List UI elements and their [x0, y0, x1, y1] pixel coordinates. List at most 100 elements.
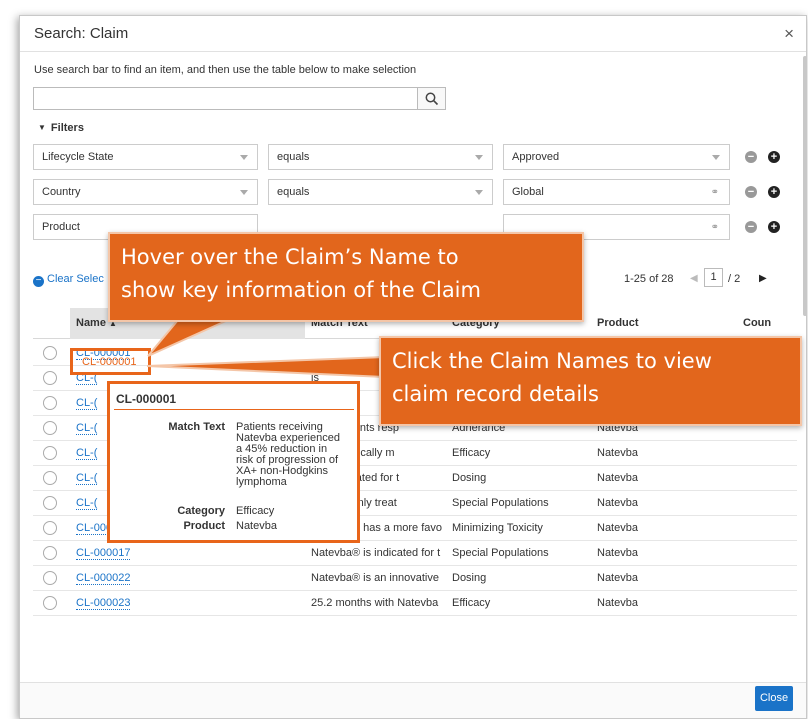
tooltip-title: CL-000001 [116, 392, 177, 406]
callout-line: claim record details [392, 382, 599, 406]
cell-country [737, 516, 797, 541]
cell-match-text: Natevba® is an innovative [311, 572, 439, 584]
claim-name-link[interactable]: CL-( [76, 447, 98, 460]
chevron-down-icon [712, 155, 720, 160]
column-header-product[interactable]: Product [591, 308, 737, 339]
dialog-header: Search: Claim × [20, 16, 806, 52]
page-number-input[interactable]: 1 [704, 268, 723, 287]
cell-name[interactable]: CL-000022 [70, 566, 305, 591]
row-select-radio[interactable] [43, 596, 57, 610]
claim-name-link[interactable]: CL-( [76, 397, 98, 410]
cell-category: Efficacy [452, 447, 491, 459]
cell-category: Special Populations [452, 547, 549, 559]
tooltip-product-label: Product [183, 520, 225, 532]
callout-pointer-click [146, 355, 386, 379]
cell-country [737, 591, 797, 616]
filter-field-select[interactable]: Lifecycle State [33, 144, 258, 170]
page-range: 1-25 of 28 [624, 273, 674, 285]
claim-name-link[interactable]: CL-000023 [76, 597, 131, 610]
add-filter-button[interactable]: + [768, 221, 780, 233]
filter-operator-value: equals [277, 186, 310, 198]
callout-line: Hover over the Claim’s Name to [121, 245, 459, 269]
filter-field-value: Country [42, 186, 81, 198]
add-filter-button[interactable]: + [768, 151, 780, 163]
cell-country [737, 541, 797, 566]
remove-filter-button[interactable]: − [745, 151, 757, 163]
cell-product: Natevba [597, 572, 638, 584]
filter-value-lookup[interactable]: Global ⚭ [503, 179, 730, 205]
remove-filter-button[interactable]: − [745, 186, 757, 198]
tooltip-line: lymphoma [236, 476, 287, 488]
highlighted-claim-name[interactable]: CL-000001 [70, 348, 151, 375]
search-icon [425, 92, 439, 106]
total-pages: / 2 [728, 273, 741, 285]
cell-category: Dosing [452, 472, 487, 484]
claim-name-link[interactable]: CL-000017 [76, 547, 131, 560]
claim-name-link[interactable]: CL-( [76, 422, 98, 435]
tooltip-category-label: Category [177, 505, 225, 517]
add-filter-button[interactable]: + [768, 186, 780, 198]
clear-selection-link[interactable]: − Clear Selec [33, 273, 104, 287]
cell-match-text: Natevba® is indicated for t [311, 547, 441, 559]
close-icon[interactable]: × [784, 24, 794, 44]
hover-instruction-callout: Hover over the Claim’s Name to show key … [108, 232, 584, 322]
caret-down-icon: ▼ [38, 123, 46, 132]
row-select-radio[interactable] [43, 396, 57, 410]
close-button[interactable]: Close [755, 686, 793, 711]
table-row[interactable]: CL-000022 Natevba® is an innovative Dosing… [33, 566, 797, 591]
search-instruction: Use search bar to find an item, and then… [34, 64, 417, 76]
filter-value-text: Approved [512, 151, 560, 163]
previous-page-icon[interactable]: ◀ [690, 273, 698, 284]
binoculars-icon[interactable]: ⚭ [711, 187, 719, 198]
chevron-down-icon [475, 190, 483, 195]
table-row[interactable]: CL-000023 25.2 months with Natevba Efficac… [33, 591, 797, 616]
row-select-radio[interactable] [43, 346, 57, 360]
claim-name-link[interactable]: CL-( [76, 472, 98, 485]
cell-country [737, 441, 797, 466]
search-button[interactable] [417, 87, 446, 110]
filters-label: Filters [50, 122, 84, 134]
cell-country [737, 466, 797, 491]
filter-value-text: Global [512, 186, 544, 198]
filters-toggle[interactable]: ▼ Filters [38, 122, 84, 134]
search-input[interactable] [33, 87, 417, 110]
filter-field-value: Product [42, 221, 80, 233]
tooltip-product-value: Natevba [236, 520, 277, 532]
cell-name[interactable]: CL-000017 [70, 541, 305, 566]
cell-category: Minimizing Toxicity [452, 522, 543, 534]
row-select-radio[interactable] [43, 546, 57, 560]
chevron-down-icon [240, 190, 248, 195]
row-select-radio[interactable] [43, 446, 57, 460]
claim-name-link[interactable]: CL-( [76, 497, 98, 510]
cell-name[interactable]: CL-000023 [70, 591, 305, 616]
next-page-icon[interactable]: ▶ [759, 273, 767, 284]
dialog-footer [20, 682, 806, 718]
clear-selection-label: Clear Selec [47, 273, 104, 285]
binoculars-icon[interactable]: ⚭ [711, 222, 719, 233]
filter-value-select[interactable]: Approved [503, 144, 730, 170]
row-select-radio[interactable] [43, 471, 57, 485]
table-row[interactable]: CL-000017 Natevba® is indicated for t Spec… [33, 541, 797, 566]
cell-country [737, 491, 797, 516]
tooltip-match-text-label: Match Text [168, 421, 225, 433]
filter-operator-select[interactable]: equals [268, 144, 493, 170]
row-select-radio[interactable] [43, 521, 57, 535]
filter-operator-select[interactable]: equals [268, 179, 493, 205]
chevron-down-icon [475, 155, 483, 160]
row-select-radio[interactable] [43, 571, 57, 585]
tooltip-divider [114, 409, 354, 410]
click-instruction-callout: Click the Claim Names to view claim reco… [379, 336, 802, 426]
row-select-radio[interactable] [43, 421, 57, 435]
filter-field-select[interactable]: Country [33, 179, 258, 205]
claim-name-link[interactable]: CL-000022 [76, 572, 131, 585]
column-header-country[interactable]: Coun [737, 308, 797, 339]
chevron-down-icon [240, 155, 248, 160]
cell-product: Natevba [597, 447, 638, 459]
cell-category: Dosing [452, 572, 487, 584]
cell-product: Natevba [597, 522, 638, 534]
dialog-title: Search: Claim [34, 25, 129, 42]
row-select-radio[interactable] [43, 371, 57, 385]
row-select-radio[interactable] [43, 496, 57, 510]
remove-filter-button[interactable]: − [745, 221, 757, 233]
dialog-scrollbar[interactable] [803, 56, 806, 316]
